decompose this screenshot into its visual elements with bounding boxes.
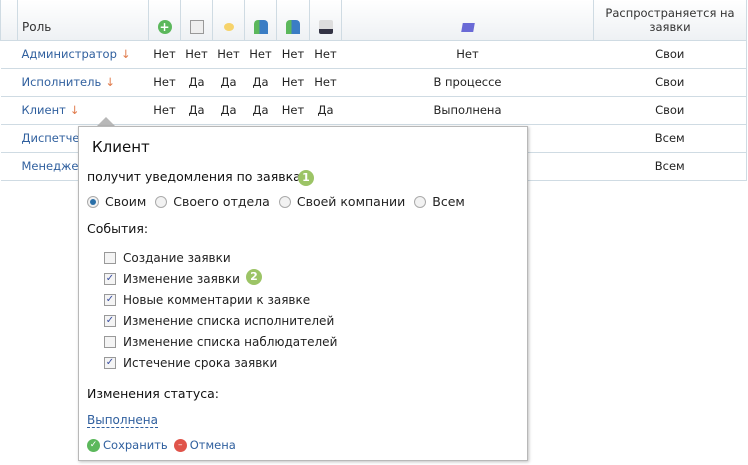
save-icon: ✓ <box>87 438 100 452</box>
event-label: Изменение заявки <box>123 272 240 286</box>
event-checkbox-row[interactable]: ✓ Новые комментарии к заявке <box>104 293 310 307</box>
status-cell: Нет <box>341 40 594 69</box>
role-link[interactable]: Клиент <box>22 103 66 117</box>
event-checkbox[interactable]: ✓ <box>104 294 116 306</box>
table-row: Исполнитель ↓ Нет Да Да Да Нет Нет В процессе Сво… <box>0 68 747 97</box>
add-observer-icon <box>286 19 300 34</box>
permission-cell: Нет <box>276 40 310 69</box>
blank-cell <box>0 124 18 153</box>
permission-cell: Нет <box>244 40 277 69</box>
event-checkbox[interactable]: ✓ <box>104 357 116 369</box>
hint-badge-2: 2 <box>246 269 262 285</box>
event-checkbox[interactable]: ✓ <box>104 315 116 327</box>
blank-header <box>0 0 18 41</box>
event-label: Новые комментарии к заявке <box>123 293 311 307</box>
arrow-down-icon[interactable]: ↓ <box>70 103 80 117</box>
scope-radio[interactable] <box>155 195 168 208</box>
event-label: Изменение списка наблюдателей <box>123 335 338 349</box>
event-checkbox[interactable] <box>104 252 116 264</box>
permission-cell: Нет <box>180 40 213 69</box>
permission-cell: Да <box>180 68 213 97</box>
scope-radio-group: Своим Своего отдела Своей компании Всем <box>87 194 474 209</box>
status-column-header <box>341 0 594 41</box>
edit-icon <box>189 19 204 34</box>
status-flag-icon <box>460 22 475 32</box>
role-link[interactable]: Администратор <box>22 47 117 61</box>
scope-radio[interactable] <box>87 195 99 208</box>
status-cell: Выполнена <box>341 96 594 125</box>
event-label: Истечение срока заявки <box>123 356 278 370</box>
applies-cell: Всем <box>593 124 747 153</box>
comment-icon <box>223 23 234 31</box>
save-button[interactable]: Сохранить <box>103 438 168 452</box>
permission-cell: Да <box>244 68 277 97</box>
scope-radio[interactable] <box>414 195 427 208</box>
permission-cell: Нет <box>309 40 342 69</box>
blank-cell <box>0 152 18 181</box>
permission-cell: Нет <box>212 40 245 69</box>
events-label: События: <box>87 221 149 236</box>
event-label: Создание заявки <box>123 251 231 265</box>
permission-cell: Да <box>244 96 277 125</box>
status-select-link[interactable]: Выполнена <box>87 413 158 428</box>
permission-cell: Нет <box>276 68 310 97</box>
permission-cell: Нет <box>148 68 181 97</box>
observer-column-header <box>276 0 310 41</box>
add-column-header: + <box>148 0 181 41</box>
hint-badge-1: 1 <box>298 170 314 186</box>
deadline-column-header <box>309 0 342 41</box>
permission-cell: Нет <box>148 40 181 69</box>
blank-cell <box>0 68 18 97</box>
blank-cell <box>0 96 18 125</box>
event-checkbox[interactable]: ✓ <box>104 273 116 285</box>
role-link[interactable]: Диспетчер <box>22 131 87 145</box>
permission-cell: Нет <box>276 96 310 125</box>
event-checkbox-row[interactable]: ✓ Изменение списка исполнителей <box>104 314 334 328</box>
event-checkbox-row[interactable]: Изменение списка наблюдателей <box>104 335 337 349</box>
permission-cell: Да <box>212 96 245 125</box>
status-changes-label: Изменения статуса: <box>87 386 220 401</box>
edit-column-header <box>180 0 213 41</box>
applies-header: Распространяется на заявки <box>593 0 747 41</box>
event-checkbox-row[interactable]: ✓ Изменение заявки <box>104 272 240 286</box>
applies-cell: Свои <box>593 68 747 97</box>
event-checkbox-row[interactable]: ✓ Истечение срока заявки <box>104 356 277 370</box>
popup-title: Клиент <box>92 138 150 156</box>
comment-column-header <box>212 0 245 41</box>
event-checkbox-row[interactable]: Создание заявки <box>104 251 231 265</box>
arrow-down-icon[interactable]: ↓ <box>105 75 115 89</box>
event-label: Изменение списка исполнителей <box>123 314 335 328</box>
role-settings-popup: Клиент получит уведомления по заявкам: 1… <box>78 126 528 461</box>
arrow-down-icon[interactable]: ↓ <box>121 47 131 61</box>
cancel-button[interactable]: Отмена <box>190 438 236 452</box>
permission-cell: Да <box>180 96 213 125</box>
blank-cell <box>0 40 18 69</box>
add-executor-icon <box>253 19 268 34</box>
role-link[interactable]: Исполнитель <box>22 75 102 89</box>
role-header: Роль <box>17 0 149 41</box>
scope-radio-label[interactable]: Всем <box>432 194 465 209</box>
applies-cell: Свои <box>593 40 747 69</box>
scope-radio-label[interactable]: Своего отдела <box>173 194 270 209</box>
table-row: Администратор ↓ Нет Нет Нет Нет Нет Нет Нет Свои <box>0 40 747 69</box>
permission-cell: Нет <box>148 96 181 125</box>
applies-cell: Свои <box>593 96 747 125</box>
permission-cell: Да <box>309 96 342 125</box>
cancel-icon: – <box>173 438 187 452</box>
notify-label: получит уведомления по заявкам: <box>87 169 315 184</box>
scope-radio-label[interactable]: Своим <box>105 194 146 209</box>
deadline-icon <box>318 19 333 34</box>
permission-cell: Нет <box>309 68 342 97</box>
applies-cell: Всем <box>593 152 747 181</box>
add-icon: + <box>157 19 172 34</box>
permission-cell: Да <box>212 68 245 97</box>
scope-radio-label[interactable]: Своей компании <box>297 194 405 209</box>
event-checkbox[interactable] <box>104 336 116 348</box>
scope-radio[interactable] <box>278 195 291 208</box>
role-link[interactable]: Менеджер <box>22 159 86 173</box>
executor-column-header <box>244 0 277 41</box>
status-cell: В процессе <box>341 68 594 97</box>
